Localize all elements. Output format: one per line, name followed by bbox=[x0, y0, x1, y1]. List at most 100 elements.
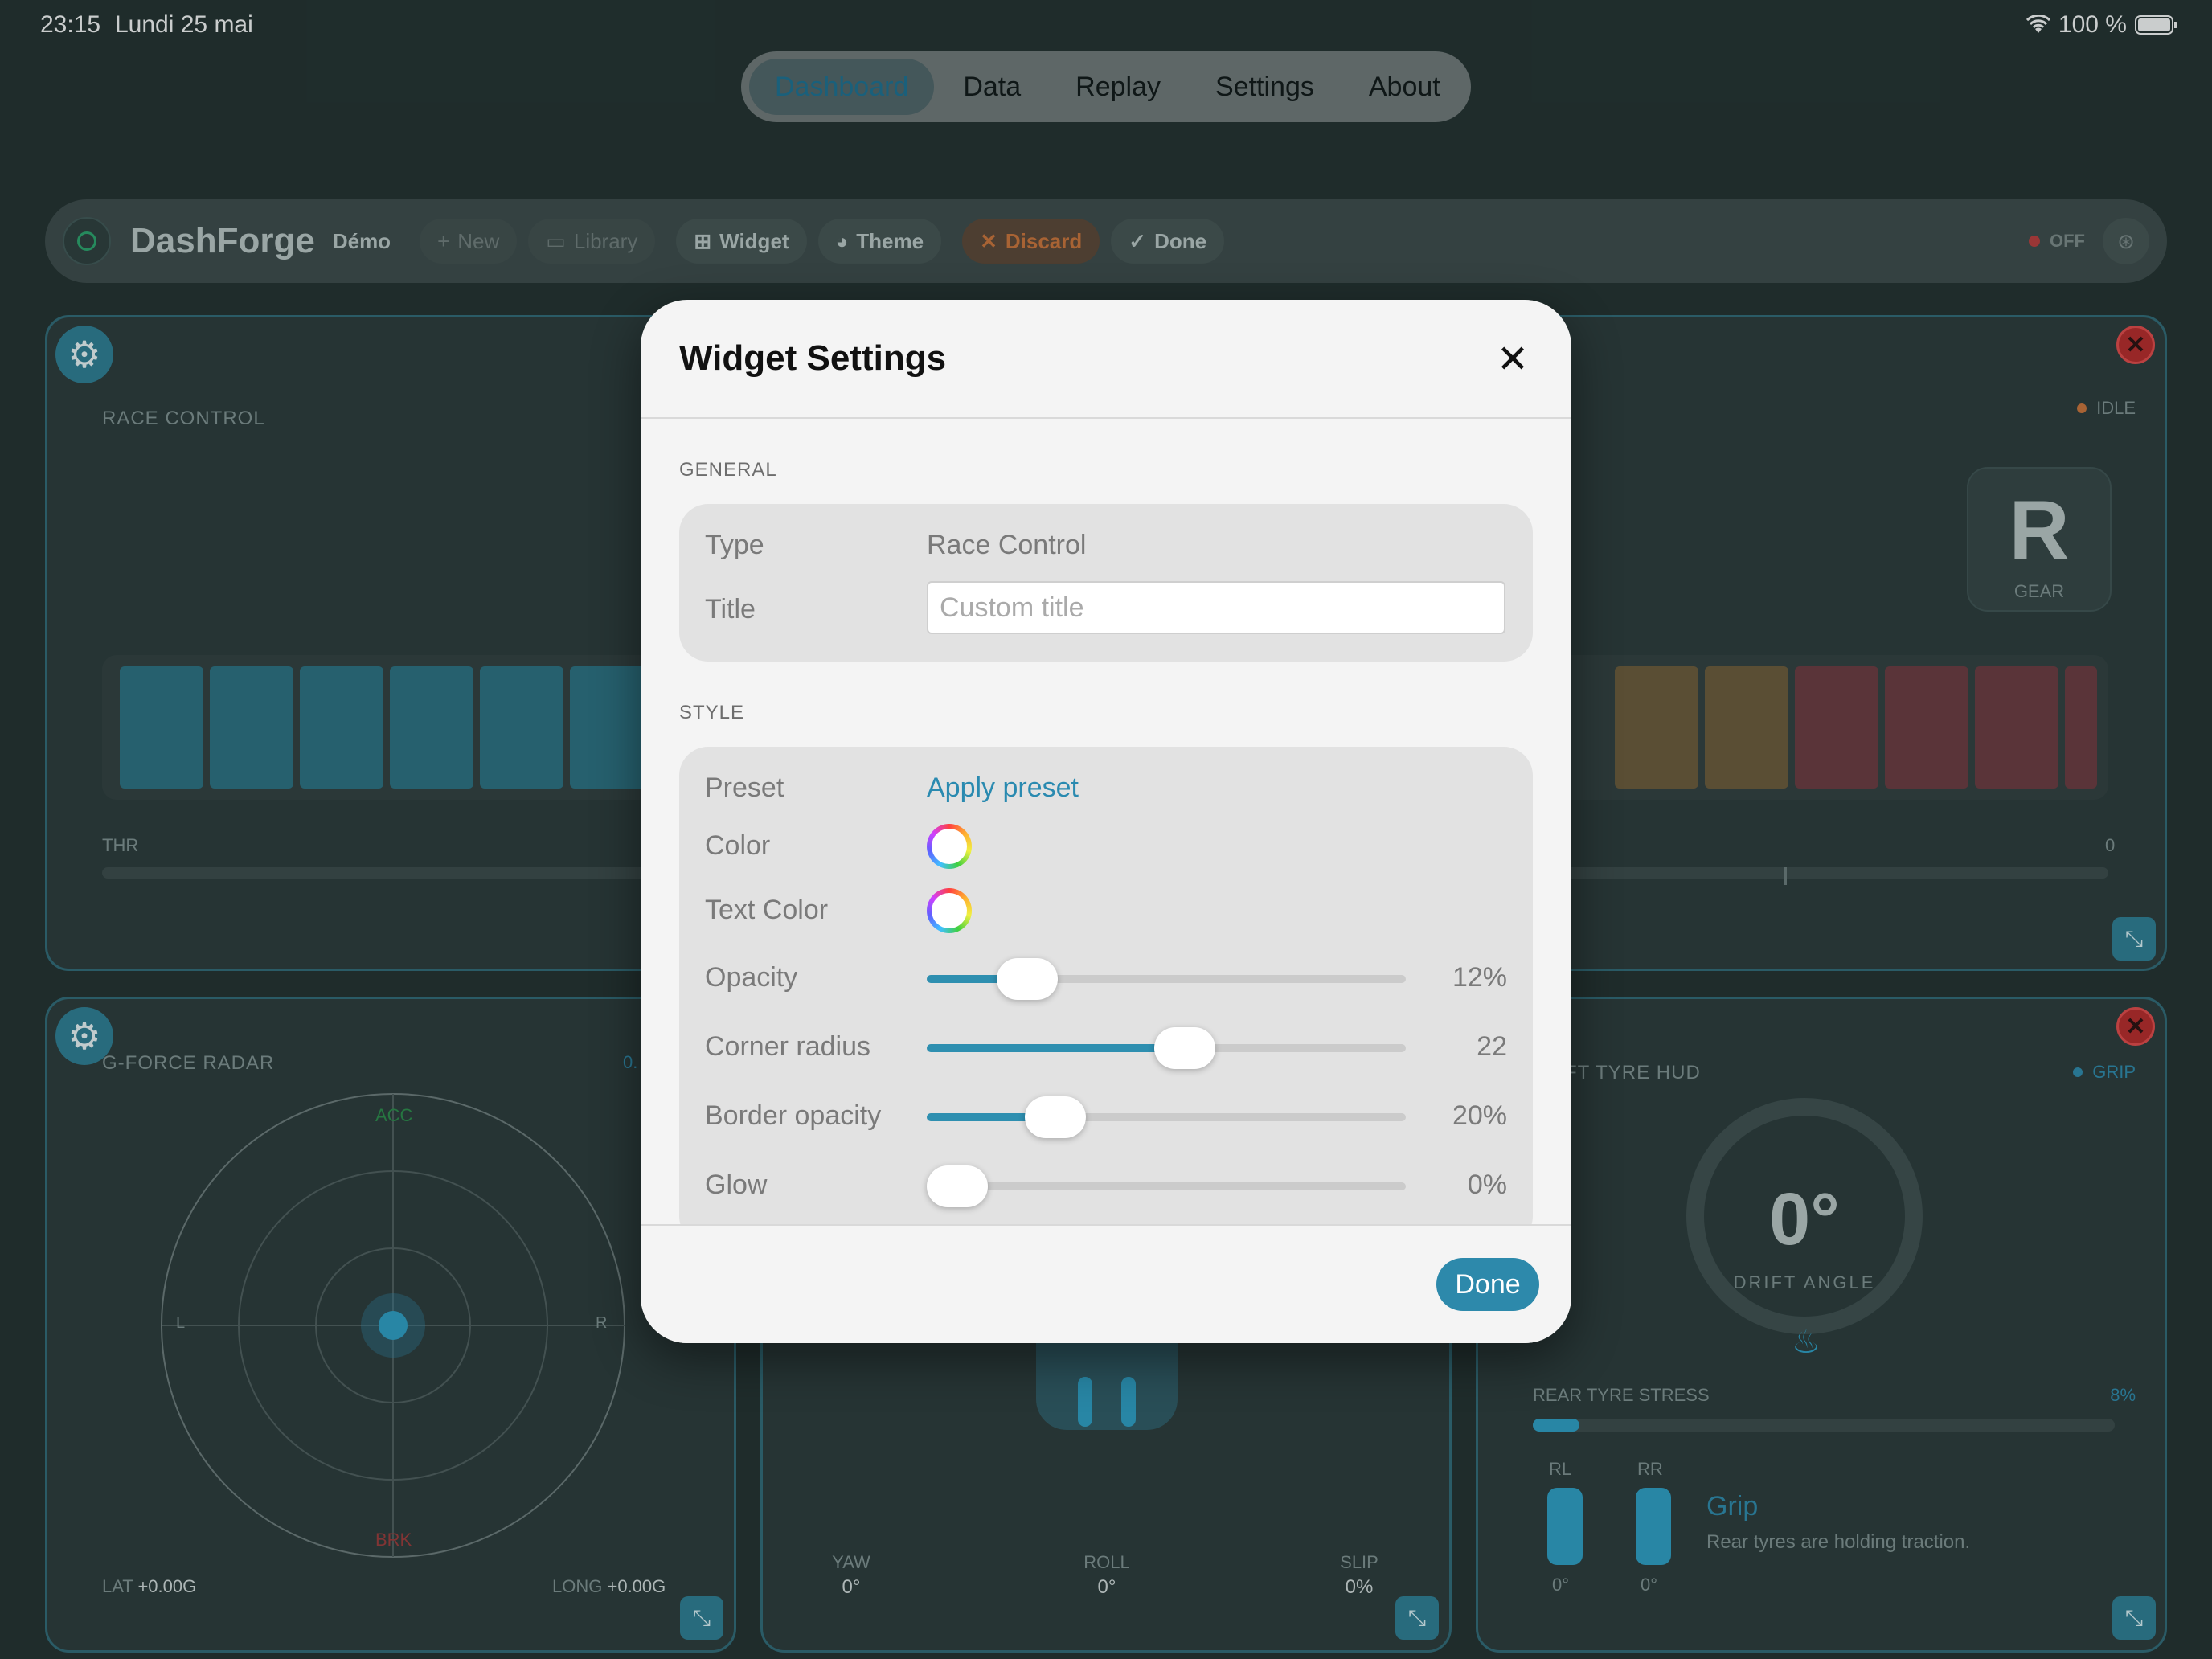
shift-segment bbox=[1705, 666, 1788, 789]
rr-label: RR bbox=[1637, 1459, 1663, 1479]
rl-value: 0° bbox=[1552, 1575, 1570, 1595]
status-indicators: 100 % bbox=[2026, 11, 2177, 39]
divider bbox=[641, 1224, 1571, 1226]
glow-value: 0% bbox=[1467, 1169, 1507, 1200]
drift-tyre-hud-widget: FT TYRE HUD GRIP 0° DRIFT ANGLE ♨ REAR T… bbox=[1476, 997, 2167, 1653]
rr-tyre-bar bbox=[1636, 1488, 1671, 1565]
done-toolbar-button[interactable]: ✓ Done bbox=[1111, 219, 1225, 264]
close-icon: ✕ bbox=[1496, 338, 1530, 381]
library-button[interactable]: ▭ Library bbox=[528, 219, 656, 264]
title-input[interactable] bbox=[927, 581, 1505, 634]
checkmark-icon: ✓ bbox=[1129, 228, 1147, 253]
gear-indicator: R bbox=[2009, 484, 2070, 577]
yaw-label: YAW bbox=[832, 1552, 870, 1572]
shift-segment bbox=[210, 666, 293, 789]
app-mode-badge: Démo bbox=[332, 228, 391, 253]
widget-resize-button[interactable]: ⤡ bbox=[1395, 1596, 1439, 1640]
steering-wheel-button[interactable]: ⊛ bbox=[2103, 218, 2149, 264]
editor-toolbar: DashForge Démo + New ▭ Library ⊞ Widget ◕ Th… bbox=[45, 199, 2167, 283]
slider-thumb[interactable] bbox=[927, 1165, 988, 1207]
corner-radius-slider[interactable] bbox=[927, 1027, 1406, 1069]
x-icon: ✕ bbox=[980, 228, 997, 253]
add-widget-icon: ⊞ bbox=[694, 228, 712, 253]
acc-label: ACC bbox=[375, 1105, 413, 1125]
widget-settings-button[interactable]: ⚙ bbox=[55, 1007, 113, 1065]
opacity-label: Opacity bbox=[705, 962, 798, 993]
widget-button[interactable]: ⊞ Widget bbox=[676, 219, 807, 264]
tab-replay[interactable]: Replay bbox=[1050, 59, 1186, 115]
recording-status[interactable]: OFF bbox=[2029, 231, 2085, 252]
opacity-slider[interactable] bbox=[927, 958, 1406, 1000]
stress-value: 8% bbox=[2110, 1385, 2136, 1405]
record-dot-icon bbox=[2029, 236, 2040, 247]
roll-label: ROLL bbox=[1083, 1552, 1130, 1572]
slider-thumb[interactable] bbox=[1154, 1027, 1216, 1069]
discard-button[interactable]: ✕ Discard bbox=[962, 219, 1100, 264]
slider-thumb[interactable] bbox=[996, 958, 1058, 1000]
widget-resize-button[interactable]: ⤡ bbox=[2112, 1596, 2156, 1640]
gforce-radar-widget: G-FORCE RADAR 0. ACC BRK L R LAT +0.00G … bbox=[45, 997, 736, 1653]
discard-label: Discard bbox=[1005, 228, 1083, 253]
divider bbox=[641, 417, 1571, 419]
color-picker-well[interactable] bbox=[927, 824, 972, 869]
rr-value: 0° bbox=[1641, 1575, 1658, 1595]
widget-resize-button[interactable]: ⤡ bbox=[2112, 917, 2156, 961]
recording-status-label: OFF bbox=[2050, 231, 2085, 251]
lat-label: LAT bbox=[102, 1576, 133, 1596]
stress-bar-fill bbox=[1533, 1419, 1579, 1432]
tab-data[interactable]: Data bbox=[937, 59, 1047, 115]
corner-radius-label: Corner radius bbox=[705, 1031, 870, 1062]
shift-segment bbox=[390, 666, 473, 789]
border-opacity-label: Border opacity bbox=[705, 1100, 882, 1131]
new-button[interactable]: + New bbox=[420, 219, 518, 264]
widget-title: G-FORCE RADAR bbox=[102, 1052, 275, 1074]
battery-percent: 100 % bbox=[2058, 11, 2127, 38]
text-color-picker-well[interactable] bbox=[927, 888, 972, 933]
steering-wheel-icon: ⊛ bbox=[2117, 228, 2135, 253]
stress-label: REAR TYRE STRESS bbox=[1533, 1385, 1710, 1405]
throttle-label: THR bbox=[102, 835, 139, 855]
widget-label: Widget bbox=[719, 228, 789, 253]
dialog-footer: Done bbox=[641, 1224, 1571, 1343]
status-time: 23:15 bbox=[40, 11, 101, 38]
glow-slider[interactable] bbox=[927, 1165, 1406, 1207]
close-icon: ✕ bbox=[2125, 1013, 2146, 1040]
rl-tyre-bar bbox=[1547, 1488, 1583, 1565]
resize-icon: ⤡ bbox=[692, 1604, 711, 1630]
widget-resize-button[interactable]: ⤡ bbox=[680, 1596, 723, 1640]
shift-segment bbox=[1615, 666, 1698, 789]
glow-label: Glow bbox=[705, 1169, 768, 1200]
section-style: STYLE bbox=[679, 702, 745, 723]
gforce-radar-plot bbox=[161, 1093, 625, 1558]
throttle-marker bbox=[1784, 867, 1787, 885]
border-opacity-slider[interactable] bbox=[927, 1096, 1406, 1138]
gforce-value: 0. bbox=[623, 1052, 638, 1072]
widget-settings-button[interactable]: ⚙ bbox=[55, 326, 113, 383]
slider-thumb[interactable] bbox=[1025, 1096, 1087, 1138]
car-wheel-icon bbox=[1078, 1377, 1092, 1427]
theme-button[interactable]: ◕ Theme bbox=[817, 219, 942, 264]
long-value: +0.00G bbox=[607, 1576, 666, 1596]
tab-about[interactable]: About bbox=[1343, 59, 1466, 115]
apply-preset-link[interactable]: Apply preset bbox=[927, 772, 1079, 804]
plus-icon: + bbox=[437, 228, 450, 253]
widget-remove-button[interactable]: ✕ bbox=[2116, 1007, 2155, 1046]
theme-label: Theme bbox=[856, 228, 924, 253]
done-button[interactable]: Done bbox=[1436, 1258, 1539, 1311]
library-icon: ▭ bbox=[546, 228, 566, 253]
yaw-value: 0° bbox=[842, 1576, 861, 1598]
status-pill: IDLE bbox=[2077, 398, 2136, 419]
border-opacity-value: 20% bbox=[1452, 1100, 1507, 1131]
flame-icon: ♨ bbox=[1792, 1325, 1821, 1360]
palette-icon: ◕ bbox=[835, 228, 849, 253]
slider-fill bbox=[927, 1044, 1186, 1052]
shift-segment bbox=[1885, 666, 1968, 789]
tab-dashboard[interactable]: Dashboard bbox=[749, 59, 935, 115]
gear-icon: ⚙ bbox=[68, 334, 101, 375]
long-label: LONG bbox=[552, 1576, 603, 1596]
close-dialog-button[interactable]: ✕ bbox=[1493, 340, 1533, 380]
widget-title: FT TYRE HUD bbox=[1565, 1062, 1701, 1083]
tab-settings[interactable]: Settings bbox=[1190, 59, 1340, 115]
done-label: Done bbox=[1154, 228, 1207, 253]
widget-remove-button[interactable]: ✕ bbox=[2116, 326, 2155, 364]
